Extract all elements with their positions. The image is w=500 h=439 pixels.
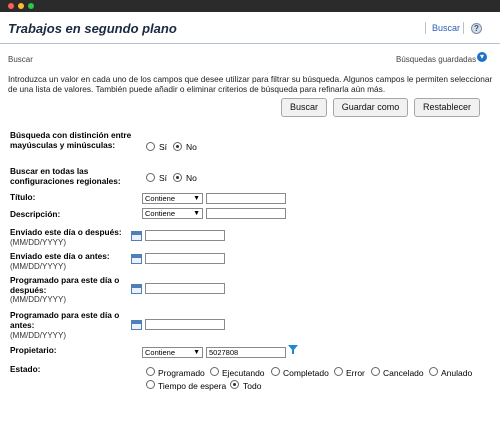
saved-searches-link[interactable]: Búsquedas guardadas bbox=[396, 55, 476, 64]
regional-yes-radio[interactable] bbox=[146, 173, 155, 182]
header-divider bbox=[463, 22, 464, 34]
sent-before-hint: (MM/DD/YYYY) bbox=[10, 262, 66, 271]
sent-after-input[interactable] bbox=[145, 230, 225, 241]
status-voided-radio[interactable] bbox=[429, 367, 438, 376]
regional-yes-label: Sí bbox=[159, 173, 168, 183]
calendar-icon[interactable] bbox=[131, 320, 142, 330]
description-input[interactable] bbox=[206, 208, 286, 219]
calendar-icon[interactable] bbox=[131, 254, 142, 264]
page-header: Trabajos en segundo plano Buscar ? bbox=[0, 12, 500, 44]
window-titlebar bbox=[0, 0, 500, 12]
scheduled-before-label: Programado para este día o antes: bbox=[10, 310, 120, 330]
sent-after-label: Enviado este día o después: bbox=[10, 227, 122, 237]
status-option-label: Anulado bbox=[441, 368, 473, 378]
status-option-label: Tiempo de espera bbox=[158, 381, 227, 391]
save-as-button[interactable]: Guardar como bbox=[333, 98, 408, 117]
scheduled-after-hint: (MM/DD/YYYY) bbox=[10, 295, 66, 304]
description-operator-value: Contiene bbox=[145, 209, 176, 218]
calendar-icon[interactable] bbox=[131, 231, 142, 241]
title-operator-select[interactable]: Contiene ▼ bbox=[142, 193, 203, 204]
search-button[interactable]: Buscar bbox=[281, 98, 327, 117]
status-label: Estado: bbox=[10, 364, 41, 374]
status-cancelled-radio[interactable] bbox=[371, 367, 380, 376]
title-label: Título: bbox=[10, 192, 36, 202]
sent-after-hint: (MM/DD/YYYY) bbox=[10, 238, 66, 247]
scheduled-before-hint: (MM/DD/YYYY) bbox=[10, 331, 66, 340]
header-divider bbox=[425, 22, 426, 34]
regional-no-radio[interactable] bbox=[173, 173, 182, 182]
calendar-icon[interactable] bbox=[131, 284, 142, 294]
status-option-label: Error bbox=[346, 368, 365, 378]
regional-no-label: No bbox=[186, 173, 197, 183]
close-window-dot[interactable] bbox=[8, 3, 14, 9]
status-option-label: Todo bbox=[243, 381, 262, 391]
case-sensitive-yes-radio[interactable] bbox=[146, 142, 155, 151]
help-icon[interactable]: ? bbox=[471, 23, 482, 34]
chevron-down-icon[interactable]: ▾ bbox=[477, 52, 487, 62]
status-running-radio[interactable] bbox=[210, 367, 219, 376]
scheduled-after-label: Programado para este día o después: bbox=[10, 275, 120, 295]
chevron-down-icon: ▼ bbox=[193, 349, 200, 356]
status-timeout-radio[interactable] bbox=[146, 380, 155, 389]
case-sensitive-no-radio[interactable] bbox=[173, 142, 182, 151]
status-all-radio[interactable] bbox=[230, 380, 239, 389]
scheduled-before-input[interactable] bbox=[145, 319, 225, 330]
status-option-label: Ejecutando bbox=[222, 368, 265, 378]
sent-before-label: Enviado este día o antes: bbox=[10, 251, 110, 261]
description-label: Descripción: bbox=[10, 209, 61, 219]
minimize-window-dot[interactable] bbox=[18, 3, 24, 9]
status-scheduled-radio[interactable] bbox=[146, 367, 155, 376]
header-search-link[interactable]: Buscar bbox=[432, 23, 460, 33]
intro-text: Introduzca un valor en cada uno de los c… bbox=[8, 74, 493, 94]
status-error-radio[interactable] bbox=[334, 367, 343, 376]
owner-operator-select[interactable]: Contiene ▼ bbox=[142, 347, 203, 358]
status-option-label: Programado bbox=[158, 368, 205, 378]
status-option-label: Cancelado bbox=[383, 368, 424, 378]
owner-operator-value: Contiene bbox=[145, 348, 176, 357]
case-sensitive-label: Búsqueda con distinción entre mayúsculas… bbox=[10, 130, 132, 150]
status-option-label: Completado bbox=[283, 368, 329, 378]
maximize-window-dot[interactable] bbox=[28, 3, 34, 9]
regional-label: Buscar en todas las configuraciones regi… bbox=[10, 166, 121, 186]
chevron-down-icon: ▼ bbox=[193, 210, 200, 217]
title-operator-value: Contiene bbox=[145, 194, 176, 203]
owner-label: Propietario: bbox=[10, 345, 57, 355]
case-sensitive-no-label: No bbox=[186, 142, 197, 152]
description-operator-select[interactable]: Contiene ▼ bbox=[142, 208, 203, 219]
owner-input[interactable]: 5027808 bbox=[206, 347, 286, 358]
sent-before-input[interactable] bbox=[145, 253, 225, 264]
scheduled-after-input[interactable] bbox=[145, 283, 225, 294]
status-completed-radio[interactable] bbox=[271, 367, 280, 376]
title-input[interactable] bbox=[206, 193, 286, 204]
case-sensitive-yes-label: Sí bbox=[159, 142, 168, 152]
chevron-down-icon: ▼ bbox=[193, 195, 200, 202]
reset-button[interactable]: Restablecer bbox=[414, 98, 480, 117]
filter-icon-stem bbox=[292, 350, 294, 354]
breadcrumb: Buscar bbox=[8, 55, 33, 64]
page-title: Trabajos en segundo plano bbox=[8, 21, 177, 36]
